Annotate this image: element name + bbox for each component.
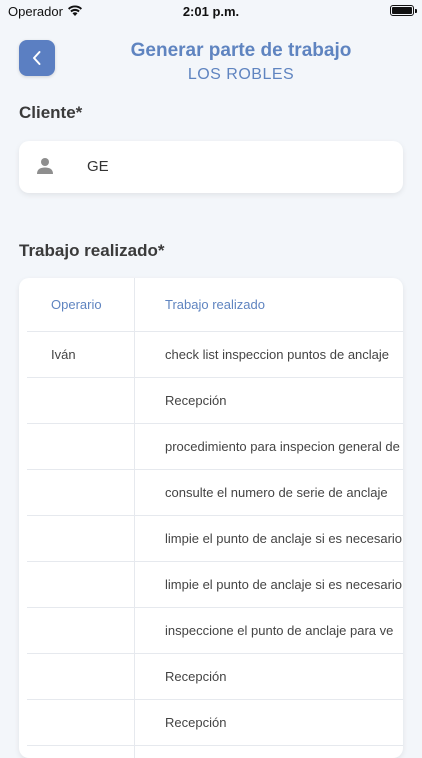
status-time: 2:01 p.m. — [182, 4, 240, 19]
client-label: Cliente* — [19, 103, 83, 122]
table-row[interactable]: Recepción — [27, 378, 403, 424]
cell-operario — [27, 516, 135, 561]
column-header-trabajo[interactable]: Trabajo realizado — [135, 278, 403, 331]
back-button[interactable] — [19, 40, 55, 76]
page-subtitle: LOS ROBLES — [187, 66, 295, 83]
table-row[interactable]: Iván check list inspeccion puntos de anc… — [27, 332, 403, 378]
table-row[interactable] — [27, 746, 403, 758]
cell-trabajo: Recepción — [165, 393, 227, 408]
cell-operario — [27, 608, 135, 653]
cell-trabajo — [135, 746, 403, 758]
cell-trabajo: consulte el numero de serie de anclaje — [165, 485, 388, 500]
table-row[interactable]: consulte el numero de serie de anclaje — [27, 470, 403, 516]
cell-trabajo: Recepción — [165, 715, 227, 730]
cell-operario — [27, 746, 135, 758]
cell-trabajo: Recepción — [165, 669, 227, 684]
cell-operario — [27, 470, 135, 515]
work-label: Trabajo realizado* — [19, 241, 165, 260]
table-row[interactable]: inspeccione el punto de anclaje para ve — [27, 608, 403, 654]
battery-icon — [390, 5, 417, 16]
client-field[interactable]: GE — [19, 141, 403, 193]
work-table: Operario Trabajo realizado Iván check li… — [19, 278, 403, 758]
column-header-operario[interactable]: Operario — [27, 278, 135, 331]
chevron-left-icon — [33, 51, 41, 65]
cell-operario — [27, 424, 135, 469]
cell-trabajo: limpie el punto de anclaje si es necesar… — [165, 577, 403, 592]
table-row[interactable]: Recepción — [27, 700, 403, 746]
status-bar: Operador 2:01 p.m. — [0, 0, 422, 24]
table-row[interactable]: Recepción — [27, 654, 403, 700]
table-row[interactable]: limpie el punto de anclaje si es necesar… — [27, 516, 403, 562]
person-icon — [37, 158, 53, 174]
cell-operario — [27, 378, 135, 423]
cell-trabajo: limpie el punto de anclaje si es necesar… — [165, 531, 403, 546]
page-title: Generar parte de trabajo — [130, 40, 352, 61]
table-header-row: Operario Trabajo realizado — [27, 278, 403, 332]
table-row[interactable]: limpie el punto de anclaje si es necesar… — [27, 562, 403, 608]
table-row[interactable]: procedimiento para inspecion general de — [27, 424, 403, 470]
cell-trabajo: procedimiento para inspecion general de — [165, 439, 400, 454]
cell-operario: Iván — [27, 332, 135, 377]
client-value: GE — [87, 158, 109, 175]
cell-operario — [27, 562, 135, 607]
cell-trabajo: inspeccione el punto de anclaje para ve — [165, 623, 394, 638]
cell-trabajo: check list inspeccion puntos de anclaje — [165, 347, 390, 362]
work-table-grid: Operario Trabajo realizado Iván check li… — [27, 278, 403, 758]
cell-operario — [27, 700, 135, 745]
cell-operario — [27, 654, 135, 699]
